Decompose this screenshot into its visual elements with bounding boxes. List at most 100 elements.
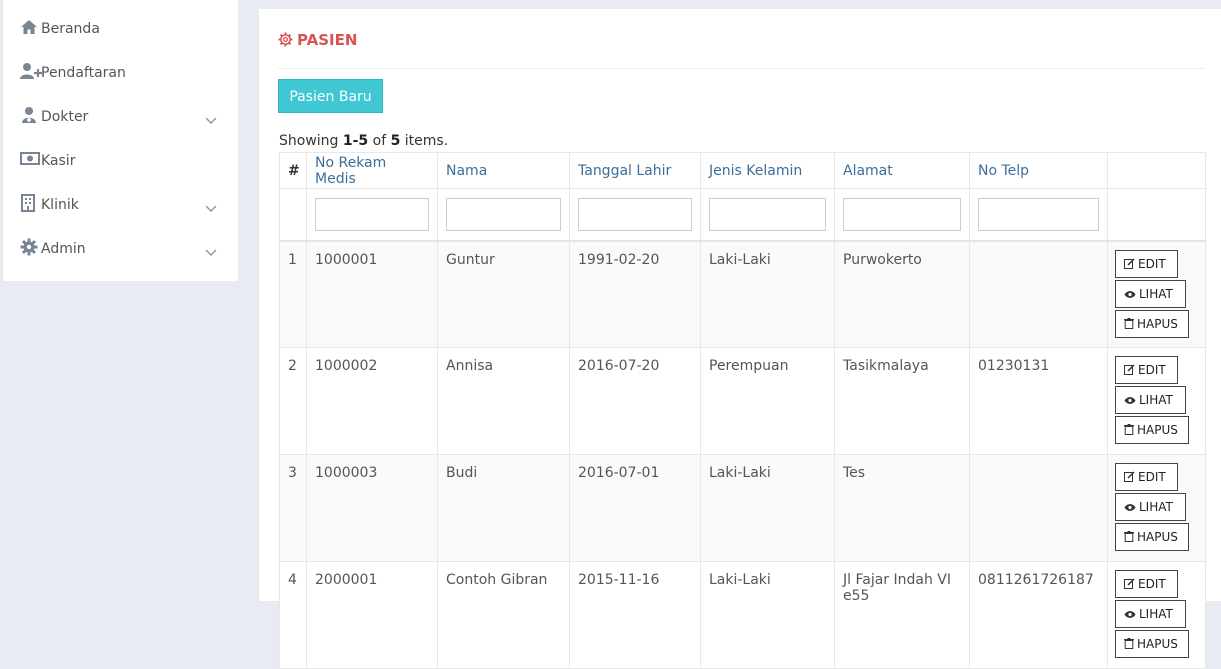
cell-alamat: Jl Fajar Indah VI e55 bbox=[834, 561, 970, 669]
cell-jenis-kelamin: Laki-Laki bbox=[700, 240, 835, 348]
column-header-jenis-kelamin[interactable]: Jenis Kelamin bbox=[700, 152, 835, 189]
sidebar-item-label: Beranda bbox=[41, 21, 100, 37]
chevron-down-icon bbox=[205, 243, 219, 257]
sidebar-item-admin[interactable]: Admin bbox=[3, 228, 238, 272]
cell-actions: EDIT LIHAT HAPUS bbox=[1107, 561, 1206, 669]
filter-input-telp[interactable] bbox=[978, 197, 1099, 231]
cell-rm: 1000001 bbox=[306, 240, 438, 348]
sidebar-item-label: Klinik bbox=[41, 197, 79, 213]
edit-label: EDIT bbox=[1138, 256, 1166, 271]
table-header-row: # No Rekam Medis Nama Tanggal Lahir Jeni… bbox=[279, 152, 1206, 189]
filter-input-tanggal-lahir[interactable] bbox=[578, 197, 692, 231]
new-patient-button[interactable]: Pasien Baru bbox=[278, 79, 383, 113]
cell-nama: Guntur bbox=[437, 240, 570, 348]
edit-label: EDIT bbox=[1138, 470, 1166, 484]
sidebar-item-beranda[interactable]: Beranda bbox=[3, 8, 238, 52]
delete-label: HAPUS bbox=[1137, 423, 1178, 437]
cell-jenis-kelamin: Laki-Laki bbox=[700, 454, 835, 562]
edit-icon bbox=[1124, 471, 1135, 482]
sidebar-item-dokter[interactable]: Dokter bbox=[3, 96, 238, 140]
eye-icon bbox=[1124, 397, 1136, 404]
sidebar-item-kasir[interactable]: Kasir bbox=[3, 140, 238, 184]
delete-button[interactable]: HAPUS bbox=[1115, 523, 1189, 551]
delete-label: HAPUS bbox=[1137, 637, 1178, 651]
column-header-nama[interactable]: Nama bbox=[437, 152, 570, 189]
filter-input-nama[interactable] bbox=[446, 197, 561, 231]
sidebar: Beranda Pendaftaran Dokter Kasir Klinik bbox=[3, 0, 238, 281]
delete-label: HAPUS bbox=[1137, 316, 1178, 331]
column-header-number: # bbox=[279, 152, 307, 189]
edit-button[interactable]: EDIT bbox=[1115, 356, 1178, 384]
view-button[interactable]: LIHAT bbox=[1115, 279, 1186, 308]
sidebar-item-pendaftaran[interactable]: Pendaftaran bbox=[3, 52, 238, 96]
filter-input-alamat[interactable] bbox=[843, 197, 961, 231]
view-label: LIHAT bbox=[1139, 286, 1173, 301]
cell-tanggal-lahir: 2015-11-16 bbox=[569, 561, 701, 669]
cell-telp: 0811261726187 bbox=[969, 561, 1108, 669]
trash-icon bbox=[1124, 317, 1134, 329]
cell-number: 3 bbox=[279, 454, 307, 562]
view-label: LIHAT bbox=[1139, 393, 1173, 407]
view-button[interactable]: LIHAT bbox=[1115, 386, 1186, 414]
column-header-tanggal-lahir[interactable]: Tanggal Lahir bbox=[569, 152, 701, 189]
column-header-actions bbox=[1107, 152, 1206, 189]
delete-button[interactable]: HAPUS bbox=[1115, 309, 1189, 338]
edit-button[interactable]: EDIT bbox=[1115, 570, 1178, 598]
gear-icon bbox=[278, 32, 293, 47]
edit-label: EDIT bbox=[1138, 363, 1166, 377]
view-button[interactable]: LIHAT bbox=[1115, 600, 1186, 628]
edit-button[interactable]: EDIT bbox=[1115, 463, 1178, 491]
delete-button[interactable]: HAPUS bbox=[1115, 630, 1189, 658]
divider bbox=[278, 68, 1205, 69]
edit-icon bbox=[1124, 257, 1135, 269]
cell-nama: Contoh Gibran bbox=[437, 561, 570, 669]
filter-cell-empty bbox=[279, 188, 307, 242]
delete-button[interactable]: HAPUS bbox=[1115, 416, 1189, 444]
user-plus-icon bbox=[20, 62, 42, 86]
column-header-rm[interactable]: No Rekam Medis bbox=[306, 152, 438, 189]
view-button[interactable]: LIHAT bbox=[1115, 493, 1186, 521]
user-md-icon bbox=[20, 106, 40, 130]
cell-tanggal-lahir: 1991-02-20 bbox=[569, 240, 701, 348]
table-row: 4 2000001 Contoh Gibran 2015-11-16 Laki-… bbox=[279, 561, 1206, 669]
cell-actions: EDIT LIHAT HAPUS bbox=[1107, 347, 1206, 455]
eye-icon bbox=[1124, 611, 1136, 618]
filter-input-jenis-kelamin[interactable] bbox=[709, 197, 826, 231]
cell-rm: 1000002 bbox=[306, 347, 438, 455]
trash-icon bbox=[1124, 531, 1134, 542]
column-header-telp[interactable]: No Telp bbox=[969, 152, 1108, 189]
money-icon bbox=[20, 150, 40, 174]
column-header-alamat[interactable]: Alamat bbox=[834, 152, 970, 189]
table-row: 2 1000002 Annisa 2016-07-20 Perempuan Ta… bbox=[279, 347, 1206, 455]
filter-input-rm[interactable] bbox=[315, 197, 429, 231]
cell-telp bbox=[969, 240, 1108, 348]
cell-rm: 1000003 bbox=[306, 454, 438, 562]
trash-icon bbox=[1124, 638, 1134, 649]
cell-alamat: Purwokerto bbox=[834, 240, 970, 348]
edit-icon bbox=[1124, 364, 1135, 375]
cell-jenis-kelamin: Laki-Laki bbox=[700, 561, 835, 669]
filter-cell-empty bbox=[1107, 188, 1206, 242]
filter-row bbox=[279, 188, 1206, 242]
main-panel: PASIEN Pasien Baru Showing 1-5 of 5 item… bbox=[259, 9, 1221, 669]
gear-icon bbox=[20, 238, 40, 262]
sidebar-item-label: Dokter bbox=[41, 109, 89, 125]
page-title: PASIEN bbox=[278, 31, 357, 49]
chevron-down-icon bbox=[205, 199, 219, 213]
page-title-text: PASIEN bbox=[297, 31, 358, 49]
eye-icon bbox=[1124, 290, 1136, 298]
edit-button[interactable]: EDIT bbox=[1115, 249, 1178, 278]
trash-icon bbox=[1124, 424, 1134, 435]
summary-prefix: Showing bbox=[279, 133, 343, 149]
filter-cell bbox=[700, 188, 835, 242]
delete-label: HAPUS bbox=[1137, 530, 1178, 544]
edit-icon bbox=[1124, 578, 1135, 589]
view-label: LIHAT bbox=[1139, 500, 1173, 514]
cell-nama: Budi bbox=[437, 454, 570, 562]
table-row: 1 1000001 Guntur 1991-02-20 Laki-Laki Pu… bbox=[279, 240, 1206, 348]
summary-text: Showing 1-5 of 5 items. bbox=[279, 133, 448, 149]
sidebar-item-label: Admin bbox=[41, 241, 86, 257]
sidebar-item-klinik[interactable]: Klinik bbox=[3, 184, 238, 228]
cell-number: 1 bbox=[279, 240, 307, 348]
cell-jenis-kelamin: Perempuan bbox=[700, 347, 835, 455]
